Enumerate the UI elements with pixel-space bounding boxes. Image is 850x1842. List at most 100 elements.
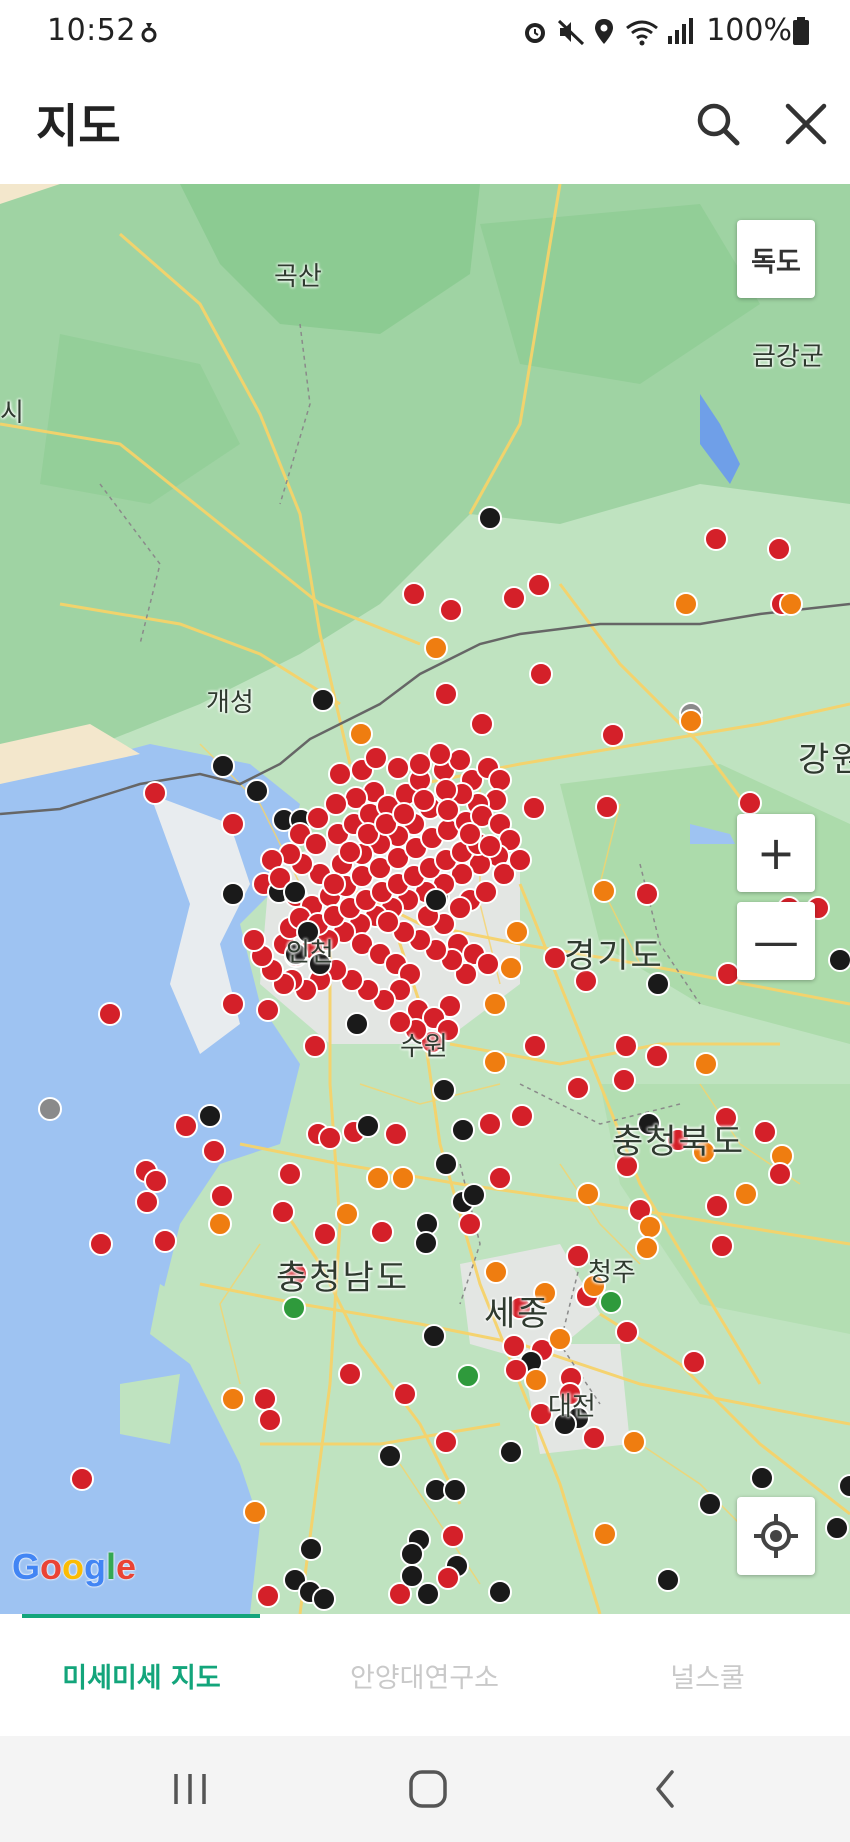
station-marker[interactable] (679, 709, 703, 733)
station-marker[interactable] (502, 586, 526, 610)
station-marker[interactable] (208, 1212, 232, 1236)
zoom-out-button[interactable]: — (737, 902, 815, 980)
station-marker[interactable] (566, 1076, 590, 1100)
station-marker[interactable] (311, 688, 335, 712)
station-marker[interactable] (548, 1327, 572, 1351)
station-marker[interactable] (448, 748, 472, 772)
station-marker[interactable] (674, 592, 698, 616)
station-marker[interactable] (478, 834, 502, 858)
tab-misemise-map[interactable]: 미세미세 지도 (0, 1614, 283, 1736)
station-marker[interactable] (210, 1184, 234, 1208)
station-marker[interactable] (682, 1350, 706, 1374)
station-marker[interactable] (422, 1324, 446, 1348)
recent-apps-icon[interactable] (160, 1764, 220, 1814)
station-marker[interactable] (338, 840, 362, 864)
station-marker[interactable] (456, 1364, 480, 1388)
station-marker[interactable] (416, 1582, 440, 1606)
station-marker[interactable] (313, 1222, 337, 1246)
station-marker[interactable] (324, 792, 348, 816)
station-marker[interactable] (694, 1052, 718, 1076)
station-marker[interactable] (524, 1368, 548, 1392)
search-icon[interactable] (690, 96, 746, 152)
station-marker[interactable] (527, 573, 551, 597)
station-marker[interactable] (303, 1034, 327, 1058)
station-marker[interactable] (635, 1236, 659, 1260)
station-marker[interactable] (198, 1104, 222, 1128)
back-icon[interactable] (636, 1764, 696, 1814)
station-marker[interactable] (767, 537, 791, 561)
tab-nullschool[interactable]: 널스쿨 (566, 1614, 849, 1736)
station-marker[interactable] (221, 992, 245, 1016)
station-marker[interactable] (698, 1492, 722, 1516)
zoom-in-button[interactable]: + (737, 814, 815, 892)
station-marker[interactable] (349, 722, 373, 746)
station-marker[interactable] (322, 872, 346, 896)
station-marker[interactable] (428, 742, 452, 766)
station-marker[interactable] (582, 1426, 606, 1450)
station-marker[interactable] (364, 746, 388, 770)
home-icon[interactable] (398, 1764, 458, 1814)
station-marker[interactable] (174, 1114, 198, 1138)
station-marker[interactable] (505, 920, 529, 944)
station-marker[interactable] (483, 992, 507, 1016)
station-marker[interactable] (366, 1166, 390, 1190)
station-marker[interactable] (441, 1524, 465, 1548)
station-marker[interactable] (135, 1190, 159, 1214)
station-marker[interactable] (345, 1012, 369, 1036)
station-marker[interactable] (738, 791, 762, 815)
tab-anyang-lab[interactable]: 안양대연구소 (283, 1614, 566, 1736)
station-marker[interactable] (710, 1234, 734, 1258)
station-marker[interactable] (779, 592, 803, 616)
map-view[interactable]: 곡산 금강군 시 개성 강원 경기도 수원 인천 충청북도 충청남도 세종 청주… (0, 184, 850, 1614)
station-marker[interactable] (458, 1212, 482, 1236)
station-marker[interactable] (356, 1114, 380, 1138)
station-marker[interactable] (221, 882, 245, 906)
station-marker[interactable] (412, 788, 436, 812)
station-marker[interactable] (566, 1244, 590, 1268)
station-marker[interactable] (256, 1584, 280, 1608)
station-marker[interactable] (484, 1260, 508, 1284)
station-marker[interactable] (271, 1200, 295, 1224)
station-marker[interactable] (595, 795, 619, 819)
station-marker[interactable] (256, 998, 280, 1022)
station-marker[interactable] (202, 1139, 226, 1163)
station-marker[interactable] (424, 636, 448, 660)
station-marker[interactable] (645, 1044, 669, 1068)
station-marker[interactable] (245, 779, 269, 803)
station-marker[interactable] (734, 1182, 758, 1206)
station-marker[interactable] (522, 796, 546, 820)
station-marker[interactable] (502, 1334, 526, 1358)
station-marker[interactable] (304, 832, 328, 856)
station-marker[interactable] (283, 880, 307, 904)
station-marker[interactable] (38, 1097, 62, 1121)
station-marker[interactable] (462, 1183, 486, 1207)
dokdo-button[interactable]: 독도 (737, 220, 815, 298)
station-marker[interactable] (483, 1050, 507, 1074)
station-marker[interactable] (508, 848, 532, 872)
station-marker[interactable] (370, 1220, 394, 1244)
station-marker[interactable] (211, 754, 235, 778)
station-marker[interactable] (143, 781, 167, 805)
station-marker[interactable] (476, 952, 500, 976)
station-marker[interactable] (424, 888, 448, 912)
my-location-button[interactable] (737, 1497, 815, 1575)
station-marker[interactable] (89, 1232, 113, 1256)
station-marker[interactable] (144, 1169, 168, 1193)
map-canvas[interactable] (0, 184, 850, 1614)
station-marker[interactable] (599, 1290, 623, 1314)
station-marker[interactable] (434, 778, 458, 802)
station-marker[interactable] (750, 1466, 774, 1490)
station-marker[interactable] (221, 812, 245, 836)
station-marker[interactable] (432, 1078, 456, 1102)
station-marker[interactable] (529, 662, 553, 686)
close-icon[interactable] (778, 96, 834, 152)
station-marker[interactable] (615, 1320, 639, 1344)
station-marker[interactable] (328, 762, 352, 786)
station-marker[interactable] (98, 1002, 122, 1026)
station-marker[interactable] (470, 712, 494, 736)
station-marker[interactable] (242, 928, 266, 952)
station-marker[interactable] (638, 1215, 662, 1239)
station-marker[interactable] (768, 1162, 792, 1186)
station-marker[interactable] (510, 1104, 534, 1128)
station-marker[interactable] (318, 1126, 342, 1150)
